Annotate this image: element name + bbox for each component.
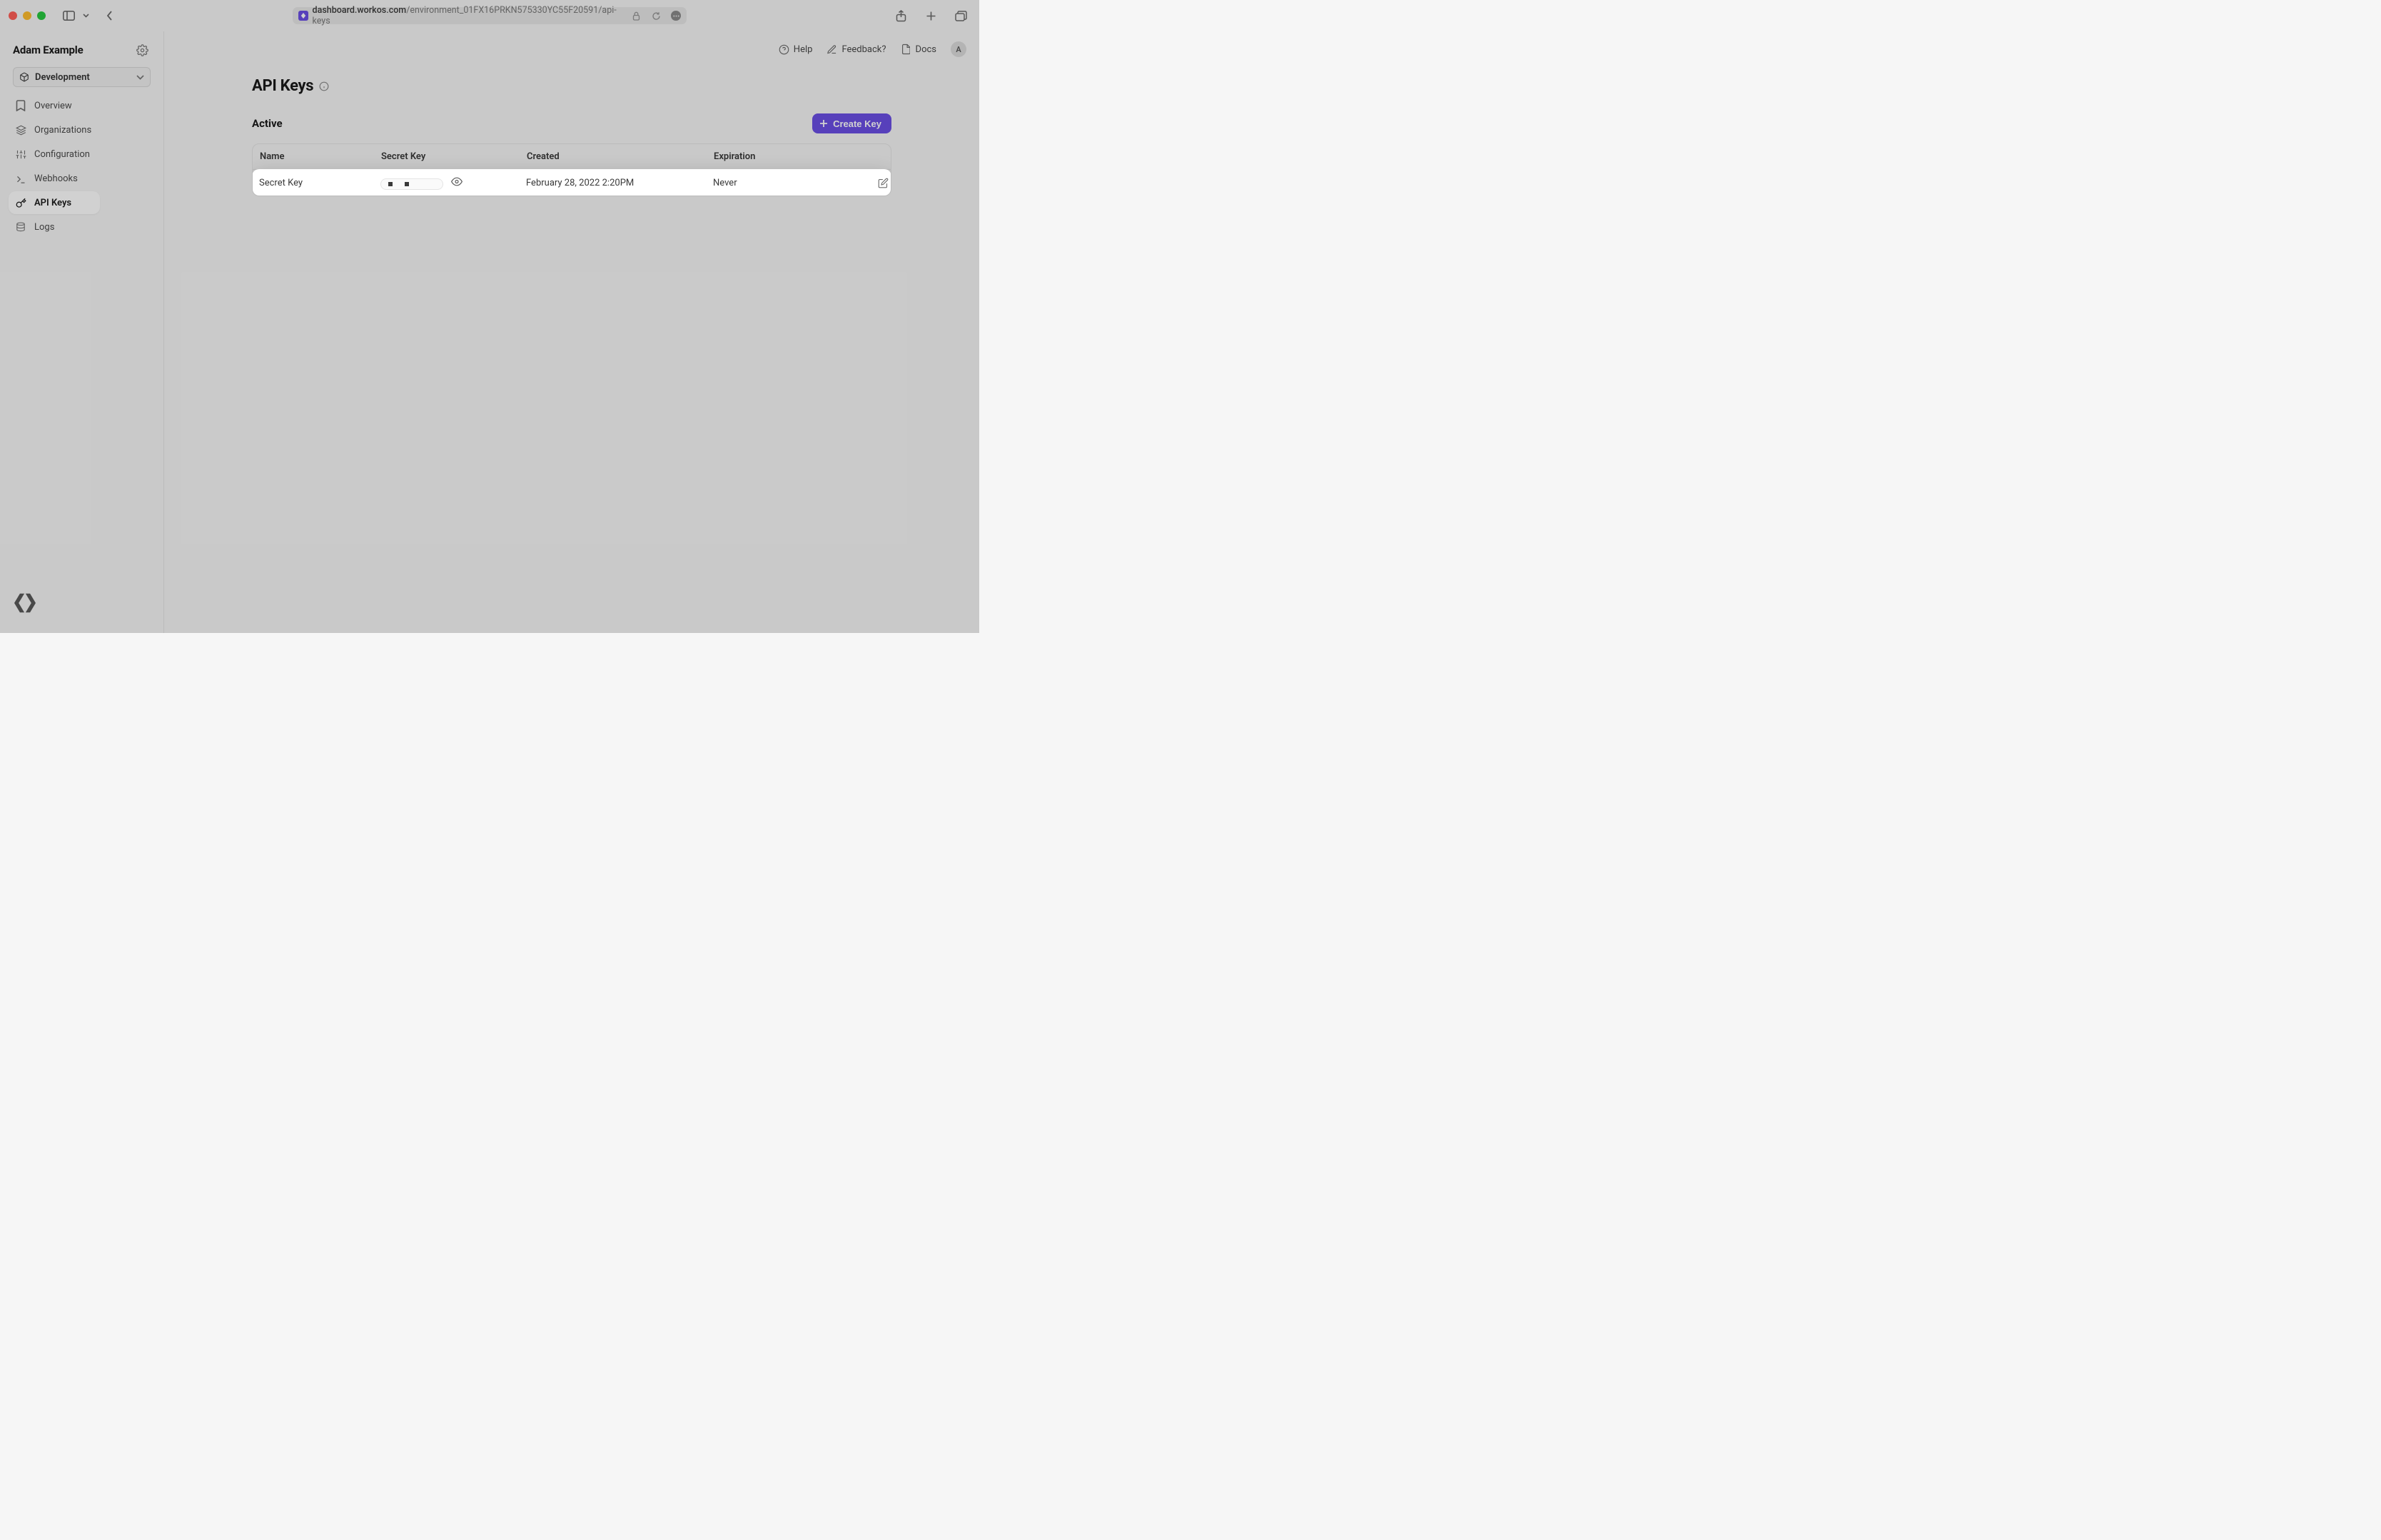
lock-icon [632,11,640,21]
sidebar-item-label: Webhooks [34,173,78,184]
create-key-button[interactable]: Create Key [812,113,891,133]
chevron-down-icon[interactable] [80,6,91,26]
environment-selector[interactable]: Development [13,67,151,87]
table-row[interactable]: Secret Key February 28, 2022 2: [252,169,891,196]
docs-icon [901,44,911,55]
new-tab-button[interactable] [921,6,941,26]
cell-name: Secret Key [259,178,380,188]
sidebar-item-label: Configuration [34,149,90,160]
docs-label: Docs [916,44,936,55]
reveal-secret-button[interactable] [451,176,462,187]
bookmark-icon [16,100,27,111]
main-content: Help Feedback? Docs A API Keys [164,31,979,633]
edit-button[interactable] [878,178,889,188]
sidebar-nav: Overview Organizations Configuration Web… [7,94,156,238]
plus-icon [819,119,828,128]
col-name: Name [260,151,381,162]
browser-chrome-bar: dashboard.workos.com/environment_01FX16P… [0,0,979,31]
section-title: Active [252,117,283,130]
environment-label: Development [35,72,90,83]
sidebar-item-label: Organizations [34,125,91,136]
terminal-icon [16,173,27,184]
help-icon [779,44,789,55]
sidebar-footer [7,586,156,622]
sidebar: Adam Example Development Overview [0,31,164,633]
cell-created: February 28, 2022 2:20PM [526,178,713,188]
create-key-label: Create Key [833,118,881,129]
sidebar-item-configuration[interactable]: Configuration [9,143,155,166]
secret-masked-pill[interactable] [380,178,443,190]
address-bar[interactable]: dashboard.workos.com/environment_01FX16P… [293,7,687,24]
col-created: Created [527,151,714,162]
account-name: Adam Example [13,44,83,56]
key-icon [16,197,27,208]
chevron-down-icon [136,75,144,80]
sidebar-item-organizations[interactable]: Organizations [9,118,155,141]
window-close-button[interactable] [9,11,17,20]
cell-expiration: Never [713,178,841,188]
browser-back-button[interactable] [100,6,120,26]
info-icon[interactable] [319,81,329,91]
user-avatar[interactable]: A [951,41,966,57]
chrome-right-group [891,6,971,26]
sidebar-item-label: API Keys [34,198,71,208]
sidebar-item-overview[interactable]: Overview [9,94,155,117]
traffic-lights [9,11,46,20]
feedback-icon [826,44,837,55]
sliders-icon [16,148,27,160]
cell-secret [380,176,526,190]
table-header: Name Secret Key Created Expiration [253,144,891,170]
reload-icon[interactable] [652,11,661,21]
site-favicon-icon [298,11,308,21]
sidebar-item-label: Overview [34,101,72,111]
sidebar-item-logs[interactable]: Logs [9,216,155,238]
feedback-label: Feedback? [841,44,886,55]
share-button[interactable] [891,6,911,26]
layers-icon [16,124,27,136]
sidebar-item-label: Logs [34,222,54,233]
tabs-overview-button[interactable] [951,6,971,26]
sidebar-toggle-button[interactable] [59,6,79,26]
database-icon [16,221,27,233]
settings-button[interactable] [136,43,151,57]
page-title: API Keys [252,77,313,95]
cube-icon [19,72,29,82]
api-keys-table: Name Secret Key Created Expiration Secre… [252,143,891,196]
col-secret: Secret Key [381,151,527,162]
help-link[interactable]: Help [779,44,813,55]
window-zoom-button[interactable] [37,11,46,20]
top-utility-bar: Help Feedback? Docs A [779,41,966,57]
docs-link[interactable]: Docs [901,44,936,55]
help-label: Help [794,44,813,55]
col-expiration: Expiration [714,151,842,162]
sidebar-item-webhooks[interactable]: Webhooks [9,167,155,190]
feedback-link[interactable]: Feedback? [826,44,886,55]
sidebar-item-api-keys[interactable]: API Keys [9,191,100,214]
sidebar-toggle-group [59,6,91,26]
url-host: dashboard.workos.com [313,5,407,16]
window-minimize-button[interactable] [23,11,31,20]
brand-logo-icon [14,593,36,614]
more-icon[interactable] [671,11,681,21]
